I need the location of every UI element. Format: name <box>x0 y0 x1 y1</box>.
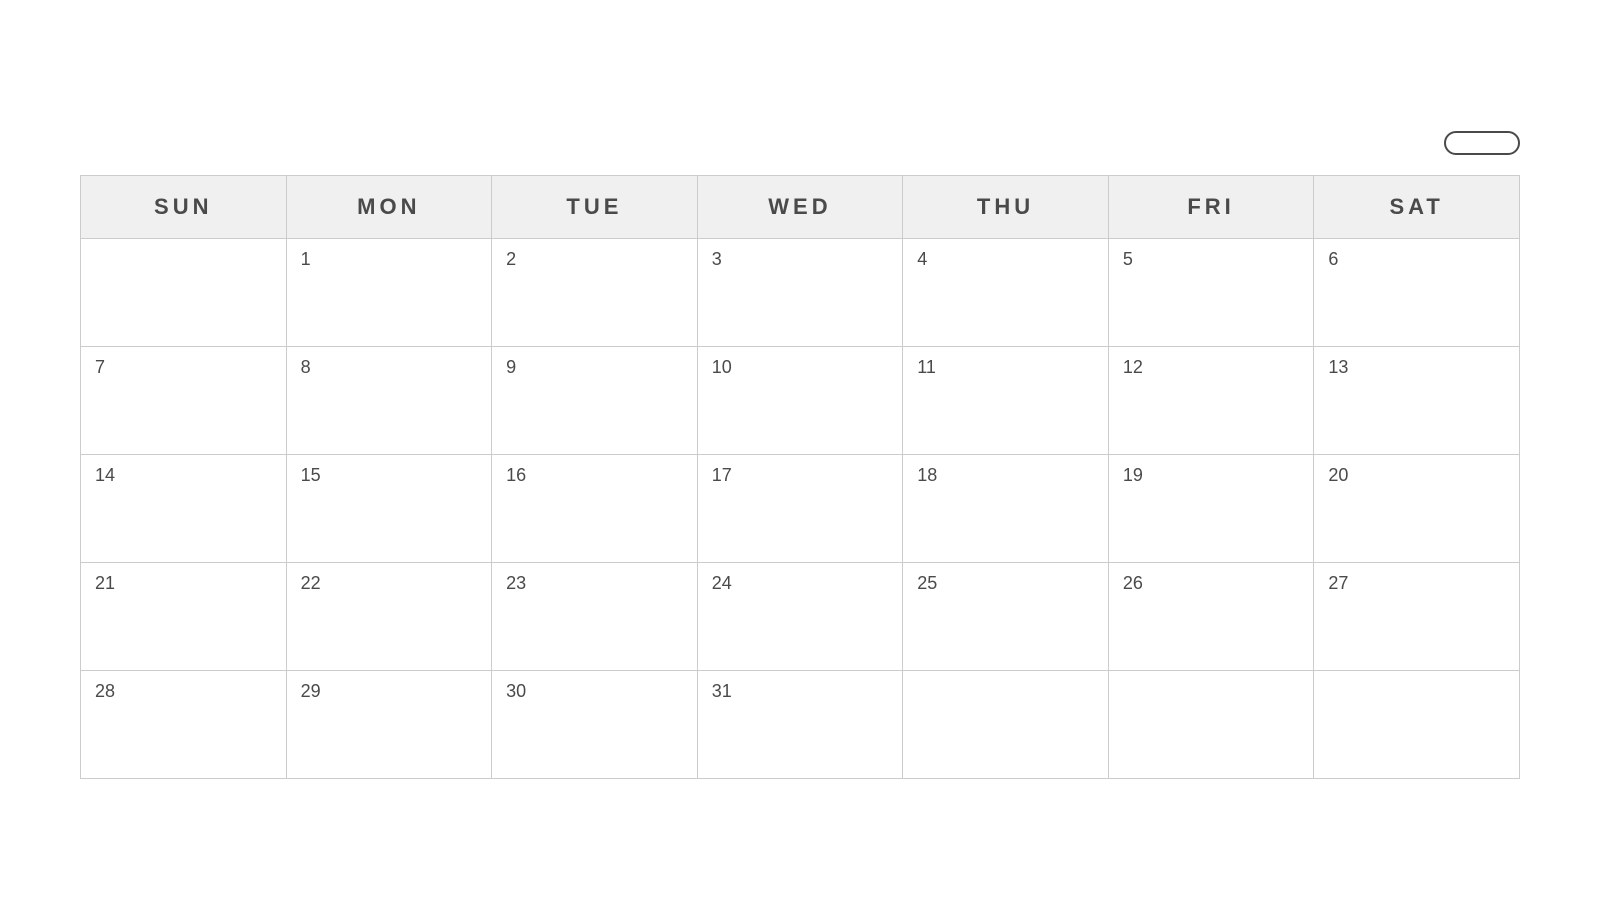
day-number: 13 <box>1328 357 1348 377</box>
calendar-cell[interactable] <box>1108 671 1314 779</box>
calendar-cell[interactable]: 21 <box>81 563 287 671</box>
calendar-cell[interactable]: 26 <box>1108 563 1314 671</box>
calendar-cell[interactable]: 8 <box>286 347 492 455</box>
week-row-2: 7 8 9 10 11 12 13 <box>81 347 1520 455</box>
day-number: 6 <box>1328 249 1338 269</box>
day-number: 25 <box>917 573 937 593</box>
day-number: 2 <box>506 249 516 269</box>
calendar-cell[interactable]: 7 <box>81 347 287 455</box>
calendar-cell[interactable]: 10 <box>697 347 903 455</box>
calendar-cell[interactable]: 22 <box>286 563 492 671</box>
day-number: 17 <box>712 465 732 485</box>
day-number: 29 <box>301 681 321 701</box>
weekday-header-sun: SUN <box>81 176 287 239</box>
calendar-cell[interactable]: 9 <box>492 347 698 455</box>
day-number: 28 <box>95 681 115 701</box>
day-number: 7 <box>95 357 105 377</box>
day-number: 31 <box>712 681 732 701</box>
day-number: 1 <box>301 249 311 269</box>
calendar-container: SUNMONTUEWEDTHUFRISAT 123456789101112131… <box>60 91 1540 809</box>
calendar-cell[interactable]: 17 <box>697 455 903 563</box>
week-row-3: 14 15 16 17 18 19 20 <box>81 455 1520 563</box>
week-row-1: 1 2 3 4 5 6 <box>81 239 1520 347</box>
year-badge <box>1444 131 1520 155</box>
weekday-header-wed: WED <box>697 176 903 239</box>
calendar-cell[interactable]: 1 <box>286 239 492 347</box>
calendar-cell[interactable]: 30 <box>492 671 698 779</box>
calendar-cell[interactable]: 28 <box>81 671 287 779</box>
weekday-header-tue: TUE <box>492 176 698 239</box>
weekday-header-row: SUNMONTUEWEDTHUFRISAT <box>81 176 1520 239</box>
day-number: 21 <box>95 573 115 593</box>
calendar-cell[interactable]: 24 <box>697 563 903 671</box>
calendar-cell[interactable]: 31 <box>697 671 903 779</box>
day-number: 3 <box>712 249 722 269</box>
calendar-cell[interactable]: 14 <box>81 455 287 563</box>
day-number: 5 <box>1123 249 1133 269</box>
calendar-cell[interactable]: 23 <box>492 563 698 671</box>
week-row-4: 21 22 23 24 25 26 27 <box>81 563 1520 671</box>
day-number: 27 <box>1328 573 1348 593</box>
calendar-cell[interactable]: 16 <box>492 455 698 563</box>
calendar-cell[interactable]: 29 <box>286 671 492 779</box>
day-number: 18 <box>917 465 937 485</box>
calendar-cell[interactable]: 25 <box>903 563 1109 671</box>
calendar-cell[interactable]: 6 <box>1314 239 1520 347</box>
day-number: 4 <box>917 249 927 269</box>
day-number: 23 <box>506 573 526 593</box>
day-number: 24 <box>712 573 732 593</box>
calendar-cell[interactable] <box>81 239 287 347</box>
calendar-cell[interactable]: 3 <box>697 239 903 347</box>
weekday-header-thu: THU <box>903 176 1109 239</box>
day-number: 11 <box>917 357 936 377</box>
day-number: 12 <box>1123 357 1143 377</box>
calendar-cell[interactable]: 20 <box>1314 455 1520 563</box>
day-number: 10 <box>712 357 732 377</box>
calendar-cell[interactable] <box>903 671 1109 779</box>
calendar-cell[interactable]: 4 <box>903 239 1109 347</box>
day-number: 8 <box>301 357 311 377</box>
calendar-cell[interactable]: 27 <box>1314 563 1520 671</box>
weekday-header-fri: FRI <box>1108 176 1314 239</box>
calendar-cell[interactable] <box>1314 671 1520 779</box>
day-number: 15 <box>301 465 321 485</box>
calendar-cell[interactable]: 18 <box>903 455 1109 563</box>
weekday-header-mon: MON <box>286 176 492 239</box>
calendar-header <box>80 131 1520 155</box>
day-number: 30 <box>506 681 526 701</box>
calendar-cell[interactable]: 5 <box>1108 239 1314 347</box>
calendar-cell[interactable]: 15 <box>286 455 492 563</box>
day-number: 26 <box>1123 573 1143 593</box>
day-number: 19 <box>1123 465 1143 485</box>
calendar-grid: SUNMONTUEWEDTHUFRISAT 123456789101112131… <box>80 175 1520 779</box>
calendar-cell[interactable]: 2 <box>492 239 698 347</box>
calendar-cell[interactable]: 12 <box>1108 347 1314 455</box>
day-number: 9 <box>506 357 516 377</box>
calendar-cell[interactable]: 13 <box>1314 347 1520 455</box>
calendar-cell[interactable]: 11 <box>903 347 1109 455</box>
day-number: 14 <box>95 465 115 485</box>
weekday-header-sat: SAT <box>1314 176 1520 239</box>
day-number: 16 <box>506 465 526 485</box>
day-number: 20 <box>1328 465 1348 485</box>
calendar-cell[interactable]: 19 <box>1108 455 1314 563</box>
day-number: 22 <box>301 573 321 593</box>
week-row-5: 28 29 30 31 <box>81 671 1520 779</box>
